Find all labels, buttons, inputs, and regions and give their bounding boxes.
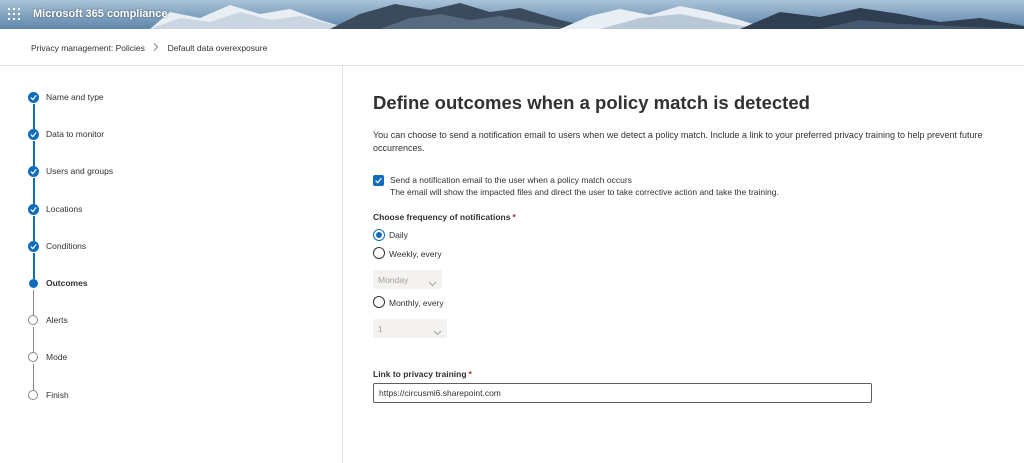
weekly-day-value: Monday <box>378 275 409 285</box>
app-title[interactable]: Microsoft 365 compliance <box>33 8 168 20</box>
monthly-day-dropdown[interactable]: 1 <box>373 319 447 338</box>
breadcrumb-item-policies[interactable]: Privacy management: Policies <box>31 43 145 53</box>
step-label: Data to monitor <box>46 129 105 139</box>
checkmark-icon <box>375 177 382 184</box>
frequency-daily-radio[interactable] <box>373 229 385 241</box>
check-circle-icon <box>28 92 39 103</box>
required-mark: * <box>468 369 472 379</box>
empty-circle-icon <box>28 352 38 362</box>
training-link-input-wrapper <box>373 383 872 403</box>
step-label: Mode <box>46 352 68 362</box>
top-header-bar: Microsoft 365 compliance <box>0 0 1024 29</box>
step-connector <box>33 364 34 390</box>
step-connector <box>33 104 35 130</box>
chevron-right-icon <box>153 42 159 53</box>
step-label: Outcomes <box>46 278 88 288</box>
check-circle-icon <box>28 204 39 215</box>
notify-user-checkbox-label[interactable]: Send a notification email to the user wh… <box>390 175 632 186</box>
panel-divider <box>342 66 343 463</box>
frequency-monthly-radio[interactable] <box>373 296 385 308</box>
frequency-weekly-label[interactable]: Weekly, every <box>389 249 442 259</box>
step-label: Finish <box>46 390 69 400</box>
check-circle-icon <box>28 166 39 177</box>
step-connector <box>33 290 34 316</box>
step-label: Name and type <box>46 92 104 102</box>
step-label: Locations <box>46 204 83 214</box>
monthly-day-value: 1 <box>378 324 383 334</box>
frequency-weekly-radio[interactable] <box>373 247 385 259</box>
check-circle-icon <box>28 129 39 140</box>
empty-circle-icon <box>28 315 38 325</box>
frequency-label: Choose frequency of notifications * <box>373 212 516 222</box>
notify-user-checkbox-description: The email will show the impacted files a… <box>390 187 779 197</box>
step-connector <box>33 141 35 167</box>
required-mark: * <box>512 212 516 222</box>
notify-user-checkbox[interactable] <box>373 175 384 186</box>
frequency-label-text: Choose frequency of notifications <box>373 212 511 222</box>
breadcrumb: Privacy management: Policies Default dat… <box>31 42 267 53</box>
step-connector <box>33 216 35 241</box>
chevron-down-icon <box>428 275 437 293</box>
header-divider <box>0 65 1024 66</box>
chevron-down-icon <box>433 324 442 342</box>
step-connector <box>33 253 35 279</box>
check-circle-icon <box>28 241 39 252</box>
frequency-monthly-label[interactable]: Monthly, every <box>389 298 444 308</box>
weekly-day-dropdown[interactable]: Monday <box>373 270 442 289</box>
step-connector <box>33 327 34 353</box>
step-connector <box>33 178 35 204</box>
breadcrumb-item-current: Default data overexposure <box>167 42 268 53</box>
frequency-daily-label[interactable]: Daily <box>389 230 408 240</box>
step-label: Conditions <box>46 241 87 251</box>
empty-circle-icon <box>28 390 38 400</box>
page-title: Define outcomes when a policy match is d… <box>373 92 810 113</box>
step-label: Users and groups <box>46 166 114 176</box>
current-step-dot-icon <box>29 279 38 288</box>
page-description: You can choose to send a notification em… <box>373 130 983 153</box>
training-link-label: Link to privacy training * <box>373 369 472 379</box>
training-link-label-text: Link to privacy training <box>373 369 467 379</box>
waffle-icon[interactable] <box>6 6 22 22</box>
training-link-input[interactable] <box>374 384 871 402</box>
step-label: Alerts <box>46 315 68 325</box>
